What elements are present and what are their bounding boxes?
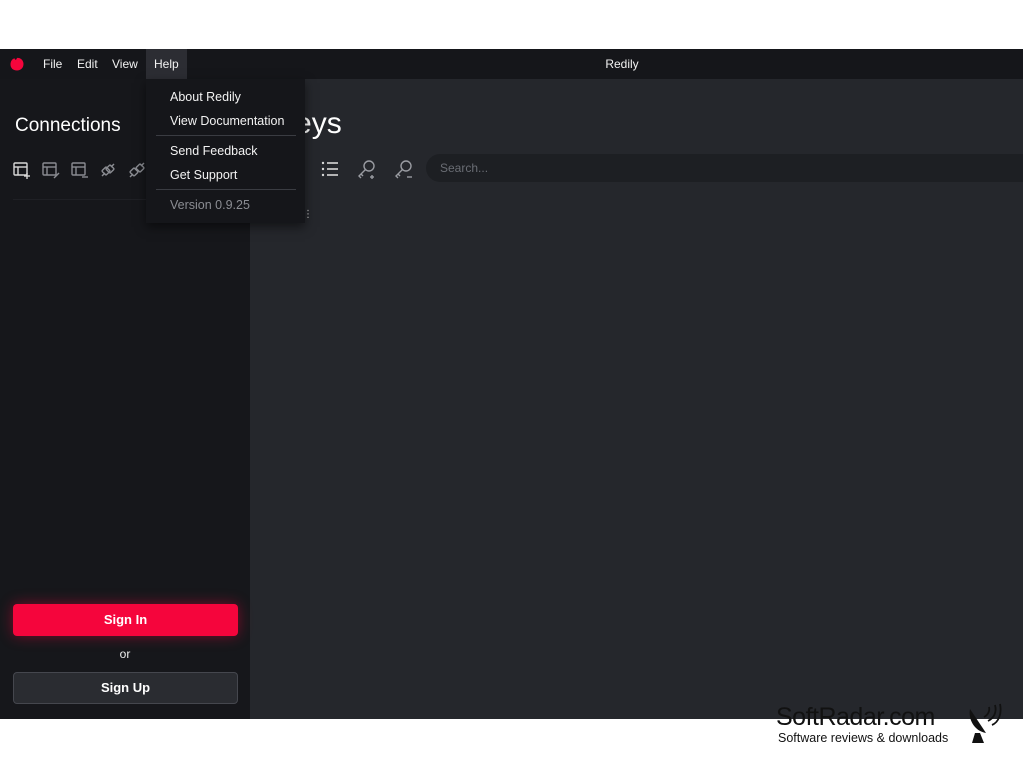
- softradar-watermark: SoftRadar.com Software reviews & downloa…: [776, 703, 1016, 751]
- sign-up-button[interactable]: Sign Up: [13, 672, 238, 704]
- menu-divider: [156, 135, 296, 136]
- disconnect-icon[interactable]: [127, 160, 147, 180]
- satellite-dish-icon: [969, 703, 1002, 743]
- menu-item-about[interactable]: About Redily: [170, 90, 241, 104]
- menu-item-feedback[interactable]: Send Feedback: [170, 144, 258, 158]
- menu-item-support[interactable]: Get Support: [170, 168, 237, 182]
- watermark-tagline: Software reviews & downloads: [778, 731, 949, 745]
- watermark-name: SoftRadar.com: [776, 703, 935, 731]
- sign-in-button[interactable]: Sign In: [13, 604, 238, 636]
- connect-icon[interactable]: [98, 160, 118, 180]
- search-input[interactable]: [426, 154, 1023, 182]
- add-connection-icon[interactable]: [12, 160, 32, 180]
- add-key-icon[interactable]: [356, 158, 378, 180]
- help-dropdown-menu: About Redily View Documentation Send Fee…: [146, 79, 305, 223]
- sidebar-title: Connections: [15, 115, 121, 136]
- window-title: Redily: [605, 57, 639, 71]
- app-window: File Edit View Help Redily Connections S…: [0, 49, 1023, 719]
- or-label: or: [119, 647, 131, 661]
- list-icon[interactable]: [319, 158, 341, 180]
- menu-item-documentation[interactable]: View Documentation: [170, 114, 284, 128]
- version-label: Version 0.9.25: [170, 198, 250, 212]
- remove-connection-icon[interactable]: [70, 160, 90, 180]
- menu-divider: [156, 189, 296, 190]
- remove-key-icon[interactable]: [393, 158, 415, 180]
- title-bar: File Edit View Help Redily: [0, 49, 1023, 79]
- edit-connection-icon[interactable]: [41, 160, 61, 180]
